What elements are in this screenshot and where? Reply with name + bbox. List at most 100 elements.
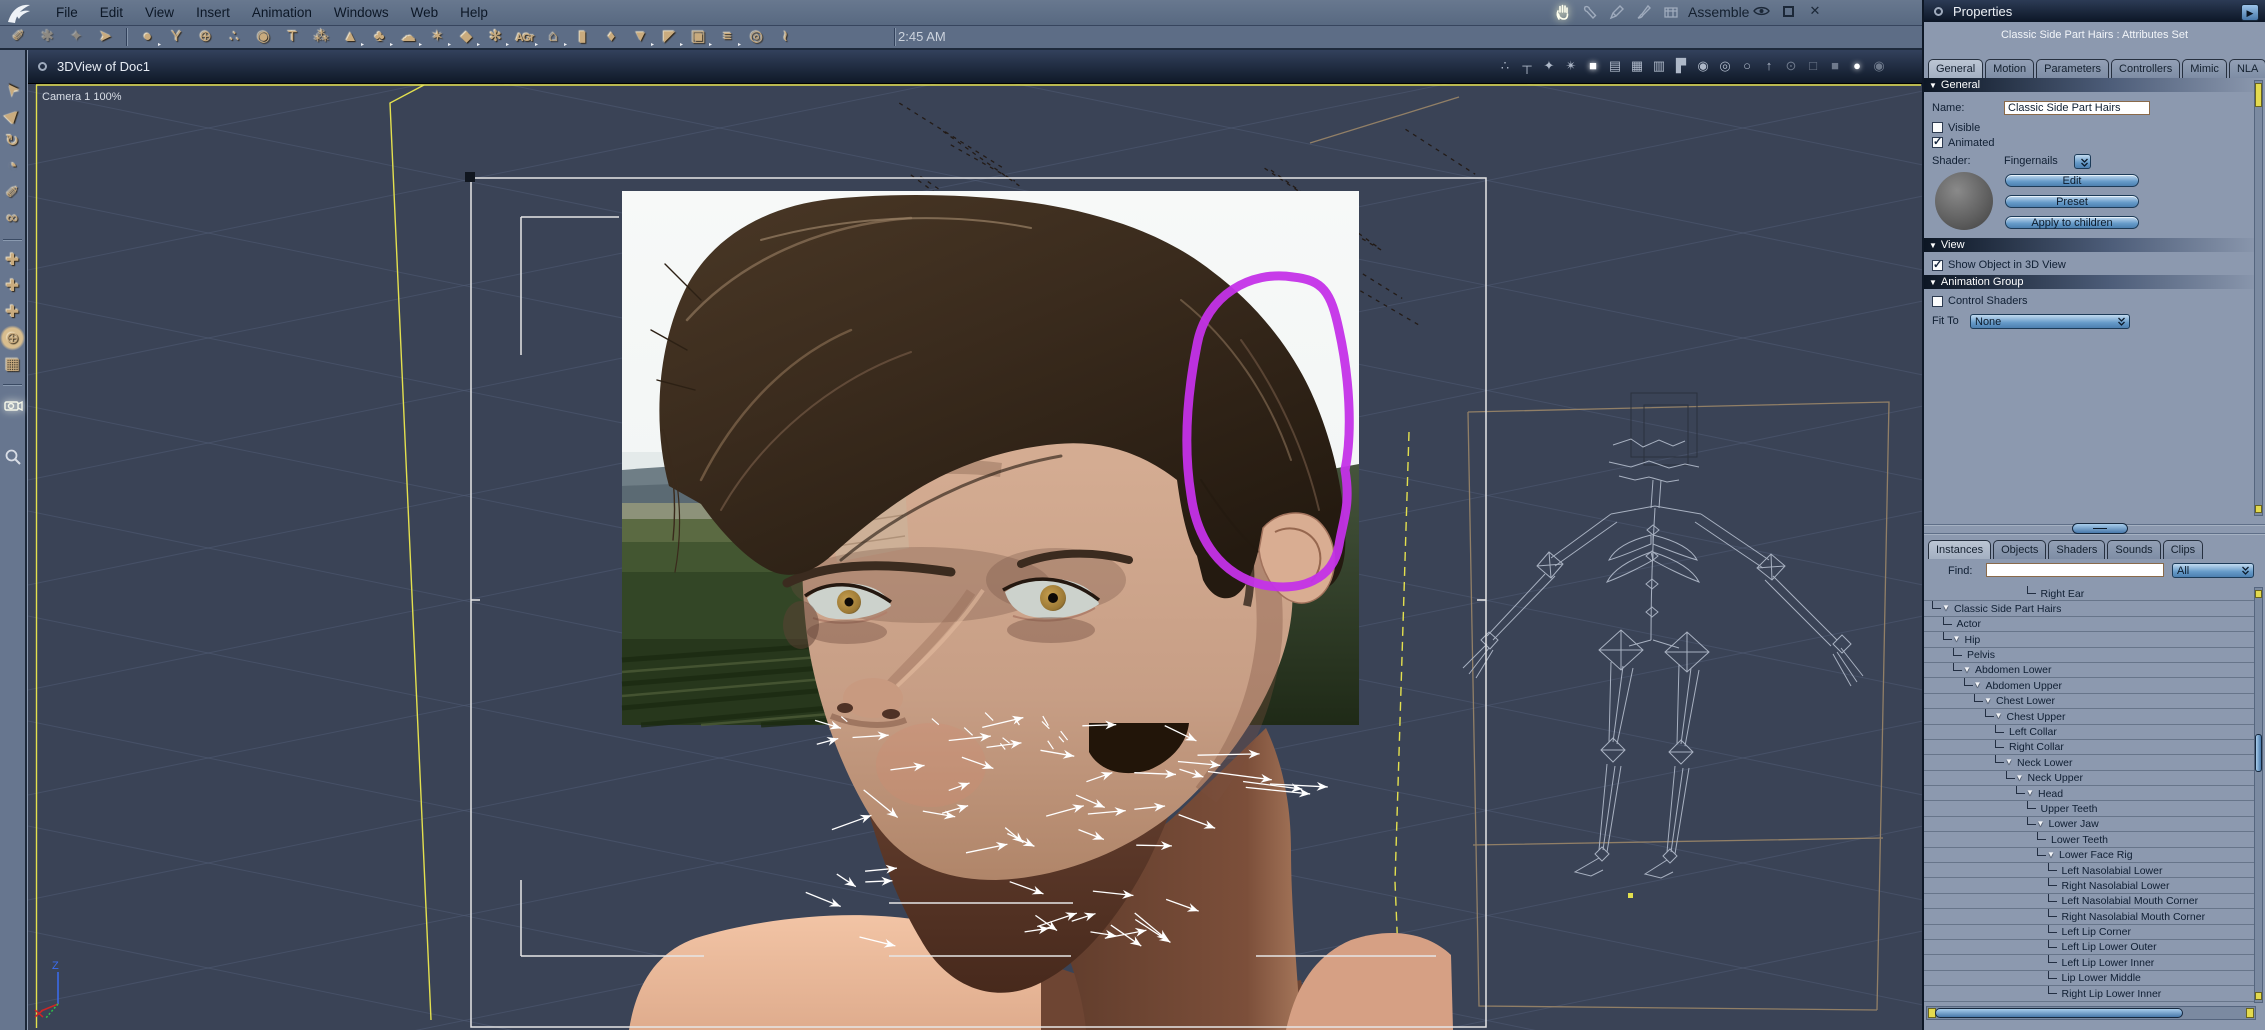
spline-object-icon[interactable]: ⊕ [191, 26, 220, 48]
bone-icon[interactable]: ≀ [771, 26, 800, 48]
window-gadget-icon[interactable] [38, 62, 47, 71]
tree-item-lower-jaw[interactable]: ▼ Lower Jaw [1924, 816, 2254, 833]
shader-preview-sphere[interactable] [1935, 172, 1993, 230]
tab-general[interactable]: General [1928, 59, 1984, 78]
capsule-icon[interactable]: ▮ [568, 26, 597, 48]
tree-item-lip-lower-middle[interactable]: Lip Lower Middle [1924, 970, 2254, 987]
show-object-checkbox[interactable] [1932, 258, 1943, 271]
target-helper-icon[interactable]: ◎ [742, 26, 771, 48]
universal-move-tool-icon[interactable]: ⊕ [0, 325, 25, 351]
tree-hscrollbar[interactable] [1926, 1006, 2256, 1020]
attributes-nav-button[interactable]: ▶ [2241, 4, 2259, 21]
tree-item-abdomen-upper[interactable]: ▼ Abdomen Upper [1924, 678, 2254, 694]
section-general[interactable]: ▼ General [1924, 78, 2263, 92]
light-icon[interactable]: ▼ ▸ [626, 26, 655, 48]
tab-controllers[interactable]: Controllers [2111, 59, 2181, 78]
quality-mid-icon[interactable]: ◎ [1716, 57, 1734, 75]
tree-item-right-ear[interactable]: Right Ear [1924, 586, 2254, 602]
collapse-triangle-icon[interactable]: ▼ [1929, 278, 1937, 287]
tree-item-left-lip-corner[interactable]: Left Lip Corner [1924, 924, 2254, 940]
menu-windows[interactable]: Windows [334, 5, 389, 20]
menu-view[interactable]: View [145, 5, 174, 20]
motion-blur-icon[interactable]: ∴ [1496, 57, 1514, 75]
shaded-sphere-icon[interactable]: ● [1848, 57, 1866, 75]
layout-rows-icon[interactable]: ▤ [1606, 57, 1624, 75]
tree-item-chest-upper[interactable]: ▼ Chest Upper [1924, 709, 2254, 725]
metaball-icon[interactable]: ∴ [220, 26, 249, 48]
updirection-icon[interactable]: ↑ [1760, 57, 1778, 75]
menu-file[interactable]: File [56, 5, 78, 20]
assemble-room-hand-icon[interactable] [1552, 1, 1574, 23]
zoom-tool-icon[interactable] [0, 444, 25, 470]
control-shaders-checkbox[interactable] [1932, 295, 1943, 307]
tree-item-lower-teeth[interactable]: Lower Teeth [1924, 832, 2254, 848]
vertex-object-icon[interactable]: Y [162, 26, 191, 48]
tree-item-abdomen-lower[interactable]: ▼ Abdomen Lower [1924, 662, 2254, 679]
quality-low-icon[interactable]: ○ [1738, 57, 1756, 75]
fire-icon[interactable]: ✶ ▸ [423, 26, 452, 48]
section-view[interactable]: ▼ View [1924, 238, 2263, 252]
tab-parameters[interactable]: Parameters [2036, 59, 2110, 78]
tree-hscroll-thumb[interactable] [1935, 1008, 2183, 1018]
splitter-handle[interactable] [2072, 523, 2128, 534]
collapse-triangle-icon[interactable]: ▼ [1929, 81, 1937, 90]
viewport-canvas[interactable]: Z Camera 1 100% [28, 84, 1923, 1030]
camera-figure-icon[interactable]: ✦ [1540, 57, 1558, 75]
camera-tool-icon[interactable] [0, 392, 25, 418]
preset-button[interactable]: Preset [2005, 195, 2139, 208]
section-animation-group[interactable]: ▼ Animation Group [1924, 275, 2263, 289]
tree-item-head[interactable]: ▼ Head [1924, 786, 2254, 802]
tree-item-left-collar[interactable]: Left Collar [1924, 724, 2254, 740]
tab-nla[interactable]: NLA [2228, 59, 2265, 78]
browser-tab-objects[interactable]: Objects [1993, 540, 2047, 559]
layout-corner-icon[interactable]: ▛ [1672, 57, 1690, 75]
visible-checkbox[interactable] [1932, 122, 1943, 133]
ground-plane-icon[interactable]: ▦ [0, 351, 25, 377]
tree-scroll-thumb[interactable] [2255, 734, 2262, 772]
find-input[interactable] [1986, 563, 2164, 577]
tree-item-hip[interactable]: ▼ Hip [1924, 632, 2254, 648]
render-room-film-icon[interactable] [1660, 1, 1682, 23]
tree-item-neck-lower[interactable]: ▼ Neck Lower [1924, 755, 2254, 771]
animated-checkbox[interactable] [1932, 135, 1943, 148]
tree-item-left-nasolabial-lower[interactable]: Left Nasolabial Lower [1924, 863, 2254, 879]
tab-mimic[interactable]: Mimic [2182, 59, 2227, 78]
draw-tool-icon[interactable]: ✐ [4, 26, 33, 48]
pan-xy-tool-icon[interactable]: ✚ [0, 247, 25, 273]
panel-splitter[interactable] [1924, 520, 2265, 538]
collapse-triangle-icon[interactable]: ▼ [1929, 241, 1937, 250]
menu-help[interactable]: Help [460, 5, 488, 20]
wrench-tool-icon[interactable]: ✦ [62, 26, 91, 48]
camera-object-icon[interactable]: ▣ ▸ [684, 26, 713, 48]
rock-icon[interactable]: ◆ ▸ [452, 26, 481, 48]
wire-sphere-icon[interactable]: ⊙ [1782, 57, 1800, 75]
edit-button[interactable]: Edit [2005, 174, 2139, 187]
browser-tab-clips[interactable]: Clips [2162, 540, 2204, 559]
model-room-wrench-icon[interactable] [1579, 1, 1601, 23]
tree-item-chest-lower[interactable]: ▼ Chest Lower [1924, 693, 2254, 710]
texture-room-brush-icon[interactable] [1633, 1, 1655, 23]
flower-icon[interactable]: ♦ [597, 26, 626, 48]
menu-web[interactable]: Web [411, 5, 439, 20]
tree-item-left-nasolabial-mouth-corner[interactable]: Left Nasolabial Mouth Corner [1924, 893, 2254, 910]
browser-tab-instances[interactable]: Instances [1928, 540, 1992, 559]
tree-item-right-nasolabial-lower[interactable]: Right Nasolabial Lower [1924, 878, 2254, 894]
filter-dropdown[interactable]: All [2172, 563, 2254, 578]
fit-to-dropdown[interactable]: None [1970, 313, 2130, 329]
tree-item-actor[interactable]: Actor [1924, 616, 2254, 633]
tree-item-right-nasolabial-mouth-corner[interactable]: Right Nasolabial Mouth Corner [1924, 909, 2254, 925]
tree-item-left-lip-lower-inner[interactable]: Left Lip Lower Inner [1924, 955, 2254, 971]
menu-insert[interactable]: Insert [196, 5, 230, 20]
tree-item-right-lip-lower-inner[interactable]: Right Lip Lower Inner [1924, 986, 2254, 1002]
apply-to-children-button[interactable]: Apply to children [2005, 216, 2139, 229]
textured-sphere-icon[interactable]: ◉ [1870, 57, 1888, 75]
storyboard-room-pencil-icon[interactable] [1606, 1, 1628, 23]
cloud-icon[interactable]: ☁ ▸ [394, 26, 423, 48]
plant-icon[interactable]: ✻ ▸ [481, 26, 510, 48]
tree-item-pelvis[interactable]: Pelvis [1924, 647, 2254, 663]
hand-tool-icon[interactable]: ✱ [33, 26, 62, 48]
hierarchy-display-icon[interactable]: ┬ [1518, 57, 1536, 75]
maximize-icon[interactable] [1779, 3, 1797, 19]
scale-tool-icon[interactable]: ◔ [0, 154, 25, 180]
properties-scrollbar[interactable] [2254, 80, 2263, 516]
